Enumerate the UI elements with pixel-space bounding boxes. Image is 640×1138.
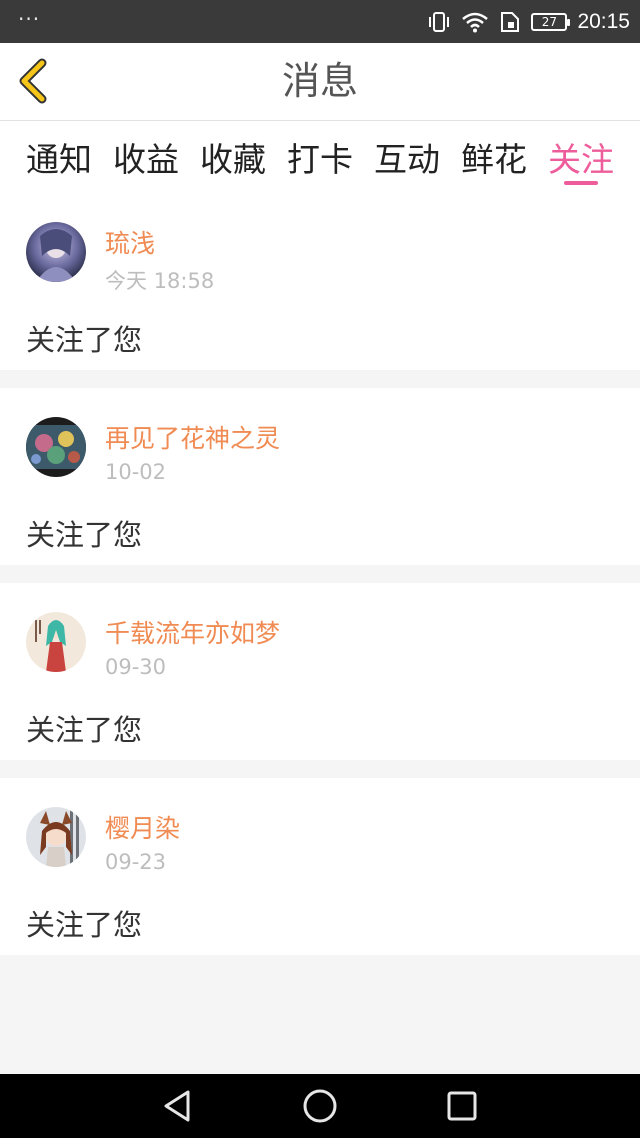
status-time: 20:15 <box>577 9 630 33</box>
message-time: 09-30 <box>105 655 167 679</box>
vibrate-icon <box>427 11 451 33</box>
message-time: 10-02 <box>105 460 167 484</box>
back-triangle-icon <box>160 1090 196 1128</box>
status-bar: ··· 27 20:15 <box>0 0 640 43</box>
page-title: 消息 <box>281 59 358 103</box>
nav-back-button[interactable] <box>160 1088 196 1124</box>
message-card[interactable]: 千载流年亦如梦 09-30 关注了您 <box>0 583 640 760</box>
nav-recents-button[interactable] <box>444 1088 480 1124</box>
message-time: 09-23 <box>105 850 167 874</box>
avatar[interactable] <box>26 612 86 672</box>
sim-card-icon <box>499 11 521 33</box>
username[interactable]: 千载流年亦如梦 <box>105 614 280 650</box>
notification-dots: ··· <box>18 7 41 31</box>
wifi-icon <box>461 11 489 33</box>
recents-square-icon <box>444 1091 480 1128</box>
status-icons: 27 20:15 <box>427 0 630 43</box>
avatar[interactable] <box>26 807 86 867</box>
message-text: 关注了您 <box>26 713 143 747</box>
home-circle-icon <box>302 1089 338 1128</box>
header-bar: 消息 <box>0 43 640 121</box>
username[interactable]: 樱月染 <box>105 809 180 845</box>
tab-earnings[interactable]: 收益 <box>113 133 179 181</box>
tab-checkin[interactable]: 打卡 <box>287 133 353 181</box>
battery-icon: 27 <box>531 12 571 31</box>
username[interactable]: 再见了花神之灵 <box>105 419 280 455</box>
tab-bar: 通知 收益 收藏 打卡 互动 鲜花 关注 <box>0 121 640 199</box>
message-card[interactable]: 琉浅 今天 18:58 关注了您 <box>0 193 640 370</box>
tab-favorites[interactable]: 收藏 <box>200 133 266 181</box>
avatar[interactable] <box>26 417 86 477</box>
message-text: 关注了您 <box>26 908 143 942</box>
tab-interaction[interactable]: 互动 <box>374 133 440 181</box>
tab-notifications[interactable]: 通知 <box>26 133 92 181</box>
message-text: 关注了您 <box>26 518 143 552</box>
tab-follow[interactable]: 关注 <box>548 133 614 181</box>
nav-home-button[interactable] <box>302 1088 338 1124</box>
username[interactable]: 琉浅 <box>105 224 155 260</box>
message-card[interactable]: 再见了花神之灵 10-02 关注了您 <box>0 388 640 565</box>
message-time: 今天 18:58 <box>105 269 215 293</box>
system-nav-bar <box>0 1074 640 1138</box>
avatar[interactable] <box>26 222 86 282</box>
message-card[interactable]: 樱月染 09-23 关注了您 <box>0 778 640 955</box>
active-tab-indicator <box>564 181 598 185</box>
message-text: 关注了您 <box>26 323 143 357</box>
tab-flowers[interactable]: 鲜花 <box>461 133 527 181</box>
